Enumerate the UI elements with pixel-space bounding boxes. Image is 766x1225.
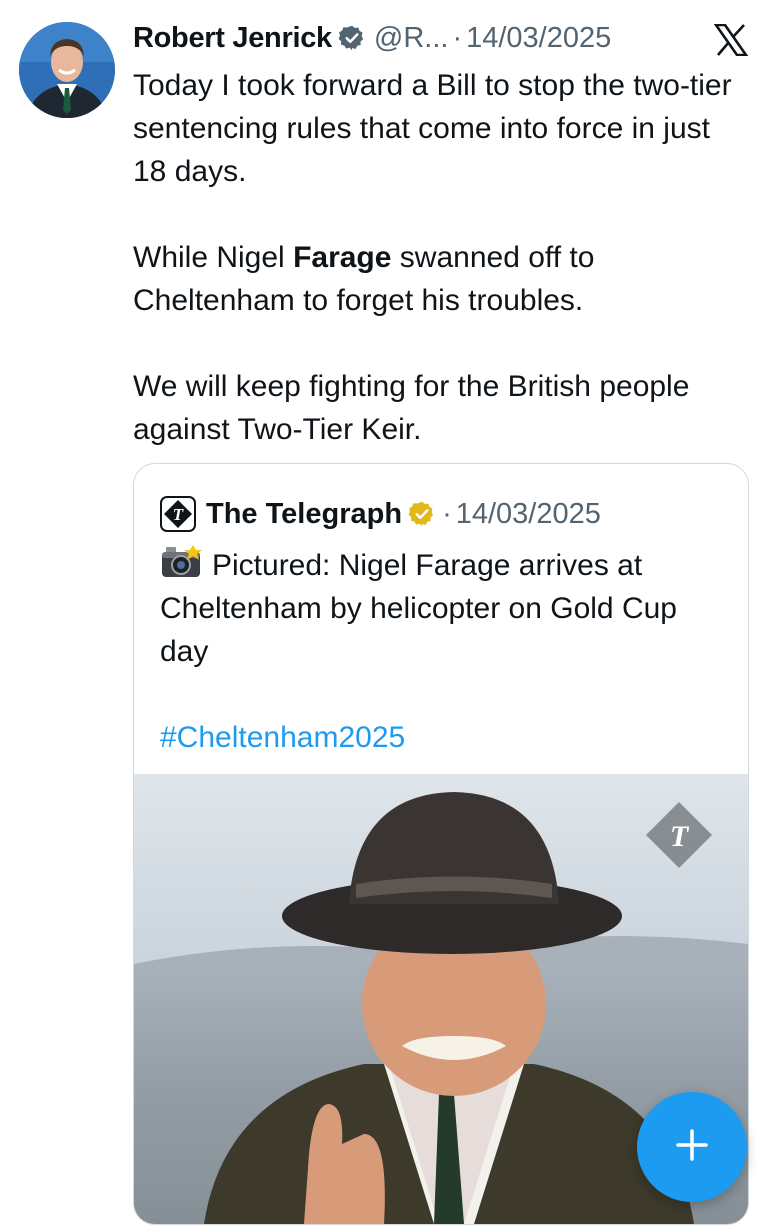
media-watermark: T [670, 820, 690, 853]
tweet-paragraph-2: While Nigel Farage swanned off to Chelte… [133, 236, 748, 322]
tweet-date[interactable]: 14/03/2025 [466, 22, 611, 55]
hashtag-link[interactable]: #Cheltenham2025 [160, 721, 405, 754]
x-logo-icon [713, 23, 749, 57]
highlighted-word: Farage [293, 241, 392, 274]
camera-flash-emoji-icon [160, 545, 204, 579]
quoted-author-name[interactable]: The Telegraph [206, 498, 402, 531]
author-name[interactable]: Robert Jenrick [133, 22, 332, 55]
plus-icon [672, 1125, 712, 1170]
tweet-paragraph-2-start: While Nigel [133, 241, 294, 274]
tweet-paragraph-1: Today I took forward a Bill to stop the … [133, 69, 732, 188]
tweet-header: Robert Jenrick @R... · 14/03/2025 [133, 16, 748, 60]
quoted-tweet-caption: Pictured: Nigel Farage arrives at Chelte… [160, 549, 677, 668]
gold-verified-badge-icon [408, 500, 436, 528]
quoted-tweet-text: Pictured: Nigel Farage arrives at Chelte… [160, 544, 722, 759]
quoted-header-separator: · [442, 497, 452, 530]
telegraph-logo-icon: T [160, 496, 196, 532]
quoted-tweet-date[interactable]: 14/03/2025 [456, 498, 601, 531]
compose-button[interactable] [637, 1092, 747, 1202]
author-handle[interactable]: @R... [374, 22, 449, 55]
quoted-tweet-body: Pictured: Nigel Farage arrives at Chelte… [160, 544, 722, 673]
svg-text:T: T [173, 505, 184, 524]
tweet-paragraph-3: We will keep fighting for the British pe… [133, 370, 690, 446]
quoted-tweet-header: T The Telegraph · 14/03/2025 [160, 494, 748, 534]
verified-badge-icon [338, 24, 366, 52]
header-separator: · [452, 21, 463, 54]
tweet[interactable]: Robert Jenrick @R... · 14/03/2025 Today … [133, 16, 749, 451]
tweet-text: Today I took forward a Bill to stop the … [133, 64, 748, 451]
author-avatar[interactable] [19, 22, 115, 118]
